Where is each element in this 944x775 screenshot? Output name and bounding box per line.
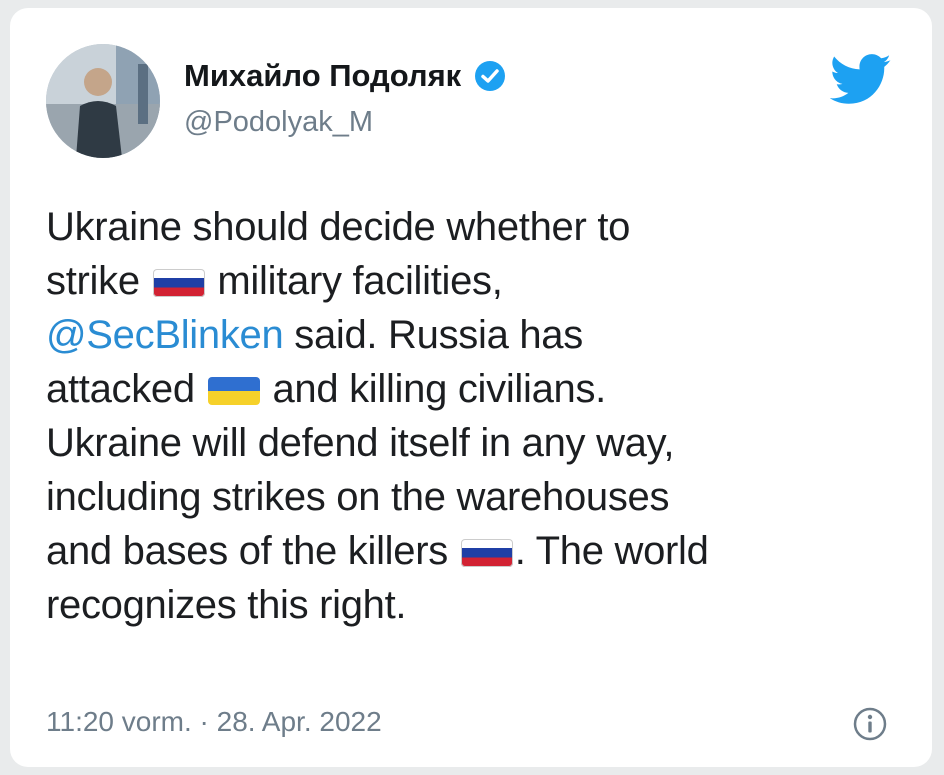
tweet-line-1: Ukraine should decide whether to [46, 200, 906, 254]
tweet-line-4: attacked and killing civilians. [46, 362, 906, 416]
info-icon[interactable] [852, 706, 888, 742]
russia-flag-icon [152, 269, 205, 297]
tweet-line-8: recognizes this right. [46, 578, 906, 632]
tweet-line-5: Ukraine will defend itself in any way, [46, 416, 906, 470]
tweet-text: recognizes this right. [46, 583, 407, 627]
tweet-text: Ukraine will defend itself in any way, [46, 421, 675, 465]
tweet-line-6: including strikes on the warehouses [46, 470, 906, 524]
tweet-text: military facilities, [206, 259, 503, 303]
tweet-text: including strikes on the warehouses [46, 475, 670, 519]
ukraine-flag-icon [207, 377, 260, 405]
tweet-text: attacked [46, 367, 206, 411]
tweet-line-2: strike military facilities, [46, 254, 906, 308]
tweet-text: Ukraine should decide whether to [46, 205, 631, 249]
russia-flag-icon [460, 539, 513, 567]
tweet-text: said. Russia has [283, 313, 583, 357]
tweet-timestamp[interactable]: 11:20 vorm. · 28. Apr. 2022 [46, 706, 382, 738]
author-name[interactable]: Михайло Подоляк [184, 58, 507, 94]
avatar[interactable] [46, 44, 160, 158]
tweet-card: Михайло Подоляк @Podolyak_M Ukraine shou… [10, 8, 932, 767]
tweet-text: and killing civilians. [261, 367, 606, 411]
twitter-bird-icon[interactable] [830, 54, 892, 106]
tweet-text: strike [46, 259, 151, 303]
mention-link[interactable]: @SecBlinken [46, 313, 284, 357]
tweet-line-7: and bases of the killers . The world [46, 524, 906, 578]
tweet-line-3: @SecBlinken said. Russia has [46, 308, 906, 362]
verified-badge-icon [473, 59, 507, 93]
tweet-body: Ukraine should decide whether to strike … [46, 200, 906, 632]
tweet-text: . The world [514, 529, 709, 573]
author-name-text: Михайло Подоляк [184, 58, 462, 93]
tweet-text: and bases of the killers [46, 529, 459, 573]
author-handle[interactable]: @Podolyak_M [184, 106, 373, 139]
